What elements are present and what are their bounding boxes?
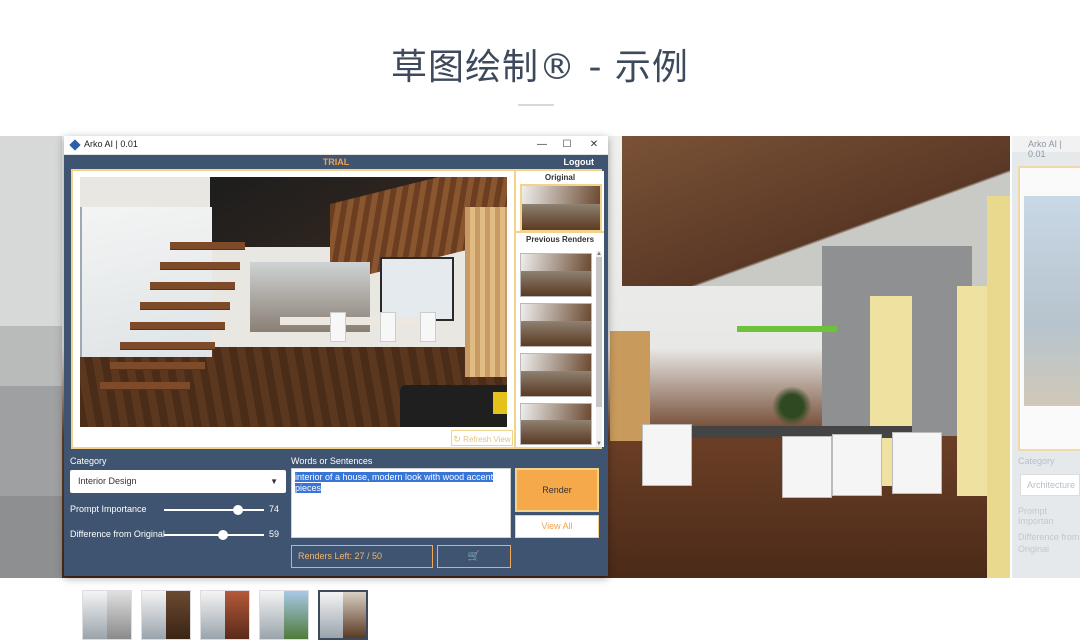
difference-slider[interactable] — [164, 530, 264, 540]
previous-slide[interactable] — [0, 136, 62, 578]
cart-icon: 🛒 — [467, 551, 481, 562]
previous-render-thumbnail[interactable] — [520, 403, 592, 445]
scroll-down-icon[interactable]: ▼ — [596, 441, 602, 447]
slide-thumbnail[interactable] — [259, 590, 309, 640]
slider-handle[interactable] — [233, 505, 243, 515]
renders-sidebar: Original Previous Renders ▲ ▼ — [514, 171, 604, 447]
renders-scrollbar[interactable]: ▲ ▼ — [596, 251, 602, 447]
cart-button[interactable]: 🛒 — [437, 545, 511, 568]
previous-renders-label: Previous Renders — [525, 235, 595, 244]
category-select[interactable]: Interior Design ▼ — [70, 470, 286, 493]
previous-render-thumbnail[interactable] — [520, 253, 592, 297]
refresh-view-button[interactable]: ↻ Refresh View — [451, 430, 513, 446]
watermark-logo — [493, 392, 507, 414]
arko-app-window: Arko AI | 0.01 — ☐ ✕ TRIAL Logout ↻ Refr… — [64, 136, 608, 576]
title-divider — [518, 104, 554, 106]
slide-thumbnails — [0, 590, 1080, 640]
app-logo-icon — [69, 139, 81, 151]
trial-badge: TRIAL — [322, 157, 350, 167]
chevron-down-icon: ▼ — [270, 477, 278, 486]
previous-renders-list: Previous Renders ▲ ▼ — [516, 231, 604, 449]
slide-thumbnail-active[interactable] — [318, 590, 368, 640]
minimize-button[interactable]: — — [532, 138, 552, 152]
refresh-icon: ↻ — [453, 434, 461, 444]
original-label: Original — [544, 173, 576, 182]
next-slide[interactable]: Arko AI | 0.01 Category Architecture Pro… — [1012, 136, 1080, 578]
window-titlebar[interactable]: Arko AI | 0.01 — ☐ ✕ — [64, 136, 608, 155]
original-thumbnail[interactable] — [520, 184, 602, 232]
prompt-textarea[interactable]: interior of a house, modern look with wo… — [291, 468, 511, 538]
plant — [772, 386, 812, 426]
page-title: 草图绘制® - 示例 — [391, 47, 689, 88]
renders-left-counter: Renders Left: 27 / 50 — [291, 545, 433, 568]
close-button[interactable]: ✕ — [584, 138, 604, 152]
maximize-button[interactable]: ☐ — [557, 138, 577, 152]
slider-handle[interactable] — [218, 530, 228, 540]
previous-render-thumbnail[interactable] — [520, 353, 592, 397]
logout-link[interactable]: Logout — [564, 157, 595, 167]
rendered-image — [80, 177, 507, 427]
prompt-importance-label: Prompt Importance — [70, 504, 147, 514]
difference-label: Difference from Original — [70, 529, 165, 539]
prompt-importance-slider[interactable] — [164, 505, 264, 515]
slide-thumbnail[interactable] — [82, 590, 132, 640]
previous-render-thumbnail[interactable] — [520, 303, 592, 347]
difference-value: 59 — [268, 529, 279, 539]
prompt-importance-value: 74 — [268, 504, 279, 514]
scroll-thumb[interactable] — [596, 257, 602, 407]
render-button[interactable]: Render — [515, 468, 599, 512]
view-all-button[interactable]: View All — [515, 515, 599, 538]
slide-thumbnail[interactable] — [200, 590, 250, 640]
window-title: Arko AI | 0.01 — [84, 139, 138, 149]
words-label: Words or Sentences — [291, 456, 373, 466]
render-preview-panel: ↻ Refresh View Original Previous Renders… — [71, 169, 604, 449]
category-label: Category — [70, 456, 107, 466]
slide-thumbnail[interactable] — [141, 590, 191, 640]
next-slide-title: Arko AI | 0.01 — [1012, 136, 1080, 159]
